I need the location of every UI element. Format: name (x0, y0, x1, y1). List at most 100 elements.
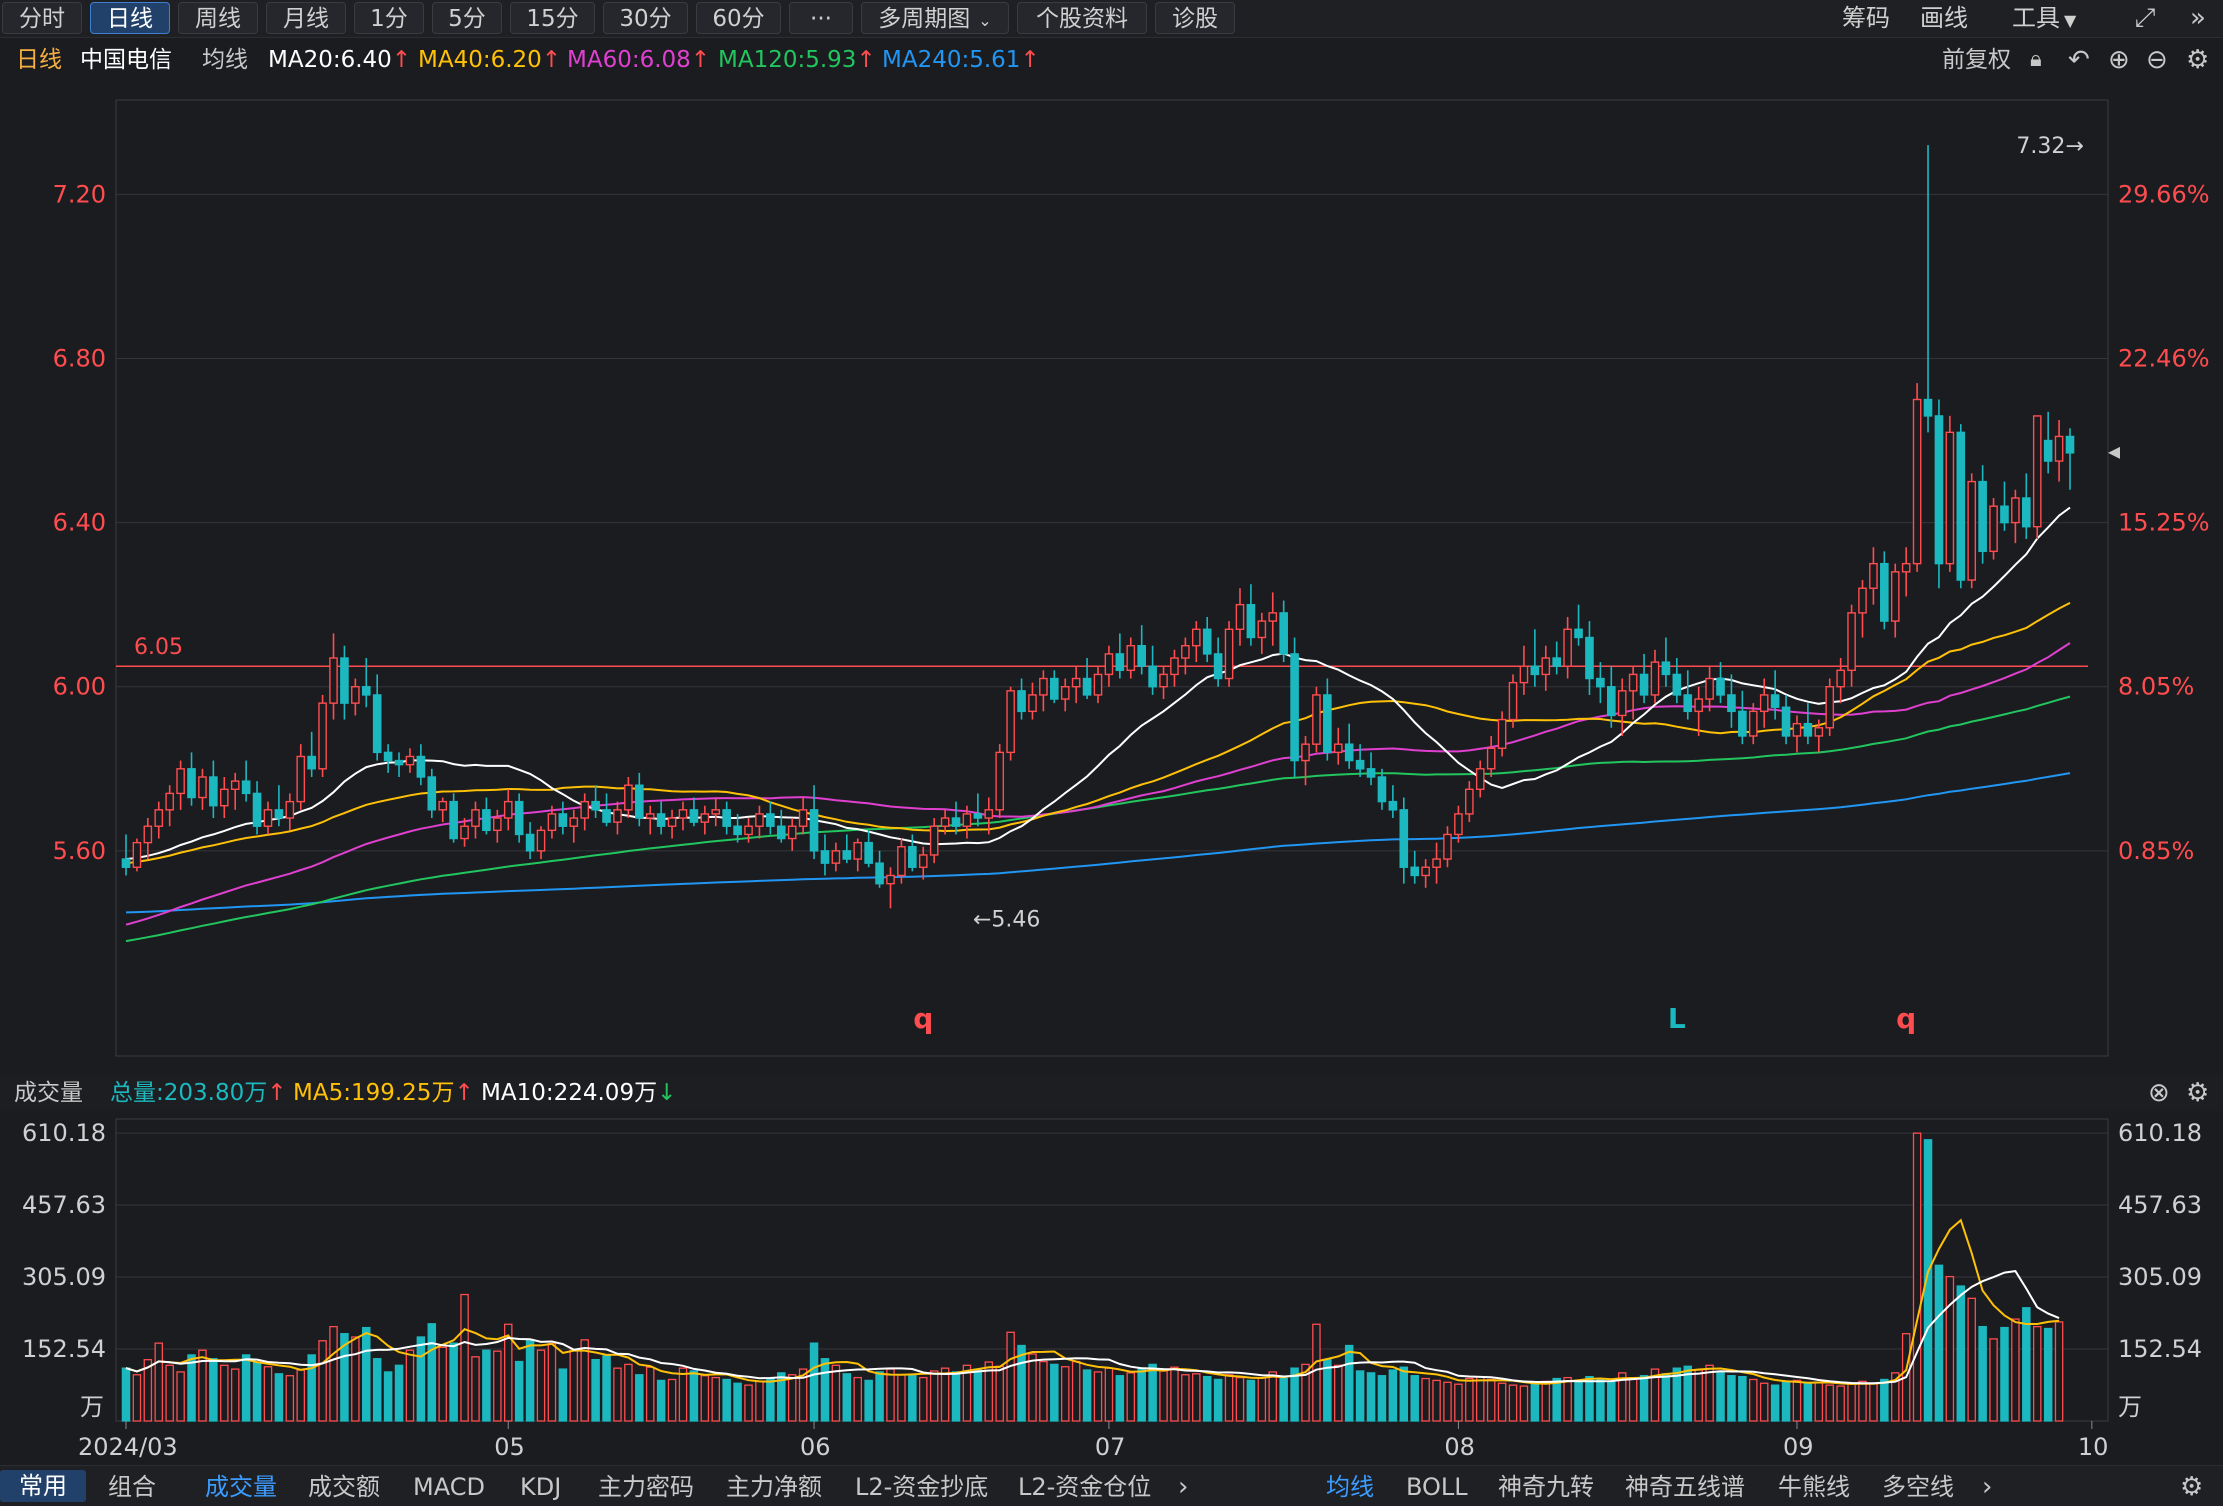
volume-bar-up (744, 1384, 753, 1422)
chevron-right-icon[interactable]: › (1982, 1471, 1992, 1503)
volume-bar-down (973, 1368, 983, 1422)
candle-up (853, 841, 863, 860)
zoom-in-icon[interactable]: ⊕ (2108, 40, 2130, 80)
volume-unit-label: 万 (80, 1393, 104, 1421)
volume-bar-up (471, 1356, 480, 1422)
tab-daily[interactable]: 日线 (90, 2, 170, 34)
volume-bar-up (853, 1376, 862, 1422)
candle-up (897, 846, 906, 877)
candle-up (2011, 497, 2020, 524)
fullscreen-icon[interactable]: ⤢ (2125, 2, 2165, 34)
tab-common[interactable]: 常用 (0, 1470, 86, 1502)
volume-bar-down (766, 1377, 775, 1422)
candle-down (1323, 694, 1332, 754)
tab-fenshi[interactable]: 分时 (2, 2, 82, 34)
undo-icon[interactable]: ↶ (2068, 40, 2090, 80)
volume-chart[interactable]: 610.18 610.18 457.63 457.63 305.09 305.09 152.… (0, 1111, 2223, 1465)
volume-bar-up (645, 1366, 655, 1422)
overlay-long-short[interactable]: 多空线 (1882, 1471, 1954, 1503)
tab-60min[interactable]: 60分 (696, 2, 781, 34)
candle-down (361, 686, 371, 696)
more-periods-button[interactable]: ··· (789, 2, 853, 34)
volume-bar-up (787, 1374, 797, 1422)
volume-bar-up (678, 1367, 688, 1422)
indicator-kdj[interactable]: KDJ (520, 1471, 561, 1503)
gear-icon[interactable]: ⚙ (2186, 1075, 2209, 1111)
overlay-magic5[interactable]: 神奇五线谱 (1625, 1471, 1745, 1503)
overlay-magic9[interactable]: 神奇九转 (1498, 1471, 1594, 1503)
volume-bar-up (1967, 1297, 1976, 1422)
volume-bar-up (1432, 1379, 1441, 1422)
tab-15min[interactable]: 15分 (510, 2, 595, 34)
candle-up (613, 809, 622, 823)
candle-up (1989, 505, 1998, 553)
candle-down (1344, 743, 1354, 762)
caret-down-icon: ▼ (2064, 11, 2077, 30)
tools-dropdown[interactable]: 工具 ▼ (2012, 2, 2076, 34)
overlay-ma[interactable]: 均线 (1326, 1471, 1374, 1503)
chevron-right-icon[interactable]: › (1178, 1471, 1188, 1503)
tab-30min[interactable]: 30分 (603, 2, 688, 34)
ma-title[interactable]: 均线 (202, 40, 248, 80)
plot-frame (115, 99, 2109, 1057)
tab-5min[interactable]: 5分 (432, 2, 502, 34)
gear-icon[interactable]: ⚙ (2180, 1471, 2203, 1503)
volume-bar-down (1213, 1378, 1223, 1422)
signal-marker: q (1896, 1002, 1916, 1035)
volume-bar-down (733, 1382, 742, 1422)
candle-down (776, 825, 786, 840)
diagnose-button[interactable]: 诊股 (1155, 2, 1235, 34)
double-chevron-right-icon[interactable]: » (2178, 2, 2218, 34)
close-icon[interactable]: ⊗ (2148, 1075, 2170, 1111)
candle-down (1639, 673, 1649, 696)
tab-1min[interactable]: 1分 (354, 2, 424, 34)
x-tick-label: 08 (1444, 1433, 1475, 1461)
volume-bar-up (897, 1374, 906, 1422)
indicator-main-net[interactable]: 主力净额 (726, 1471, 822, 1503)
indicator-macd[interactable]: MACD (413, 1471, 485, 1503)
candle-up (176, 768, 185, 795)
zoom-out-icon[interactable]: ⊖ (2146, 40, 2168, 80)
tab-monthly[interactable]: 月线 (266, 2, 346, 34)
stock-profile-button[interactable]: 个股资料 (1017, 2, 1147, 34)
candle-up (132, 841, 142, 868)
candle-up (460, 825, 469, 840)
volume-bar-down (2000, 1326, 2009, 1422)
candlestick-chart[interactable]: 5.60 0.85% 6.00 8.05% 6.40 15.25% 6.80 22.46% 7.… (0, 82, 2223, 1057)
candle-up (1257, 620, 1267, 639)
indicator-amount[interactable]: 成交额 (308, 1471, 380, 1503)
volume-bar-up (296, 1369, 305, 1422)
indicator-l2-bottom[interactable]: L2-资金抄底 (855, 1471, 988, 1503)
volume-bar-down (1661, 1373, 1671, 1422)
gear-icon[interactable]: ⚙ (2186, 40, 2209, 80)
multi-period-dropdown[interactable]: 多周期图 ⌄ (861, 2, 1009, 34)
candle-down (187, 768, 196, 799)
candle-up (1650, 661, 1660, 696)
volume-tick-label: 610.18 (22, 1119, 106, 1147)
indicator-volume[interactable]: 成交量 (205, 1471, 277, 1503)
candle-up (1475, 768, 1485, 791)
volume-bar-up (1989, 1338, 1998, 1422)
volume-bar-up (2054, 1321, 2064, 1422)
indicator-l2-position[interactable]: L2-资金仓位 (1018, 1471, 1151, 1503)
indicator-bar: 常用 组合 成交量 成交额 MACD KDJ 主力密码 主力净额 L2-资金抄底… (0, 1465, 2223, 1506)
tab-combo[interactable]: 组合 (92, 1471, 172, 1503)
draw-line-button[interactable]: 画线 (1920, 2, 1968, 34)
period-label: 日线 (16, 47, 62, 73)
candle-down (482, 809, 491, 832)
candle-up (1312, 694, 1321, 745)
candle-up (678, 809, 688, 819)
overlay-bull-bear[interactable]: 牛熊线 (1778, 1471, 1850, 1503)
volume-bar-up (547, 1342, 557, 1422)
adjust-mode-label[interactable]: 前复权 (1942, 40, 2011, 80)
volume-bar-down (1585, 1375, 1594, 1422)
tab-weekly[interactable]: 周线 (178, 2, 258, 34)
lock-icon[interactable]: 🔒︎ (2030, 40, 2042, 80)
volume-bar-up (1126, 1372, 1136, 1422)
volume-tick-label-right: 152.54 (2118, 1335, 2202, 1363)
volume-bar-up (1268, 1371, 1277, 1422)
candle-up (1071, 677, 1081, 688)
overlay-boll[interactable]: BOLL (1406, 1471, 1468, 1503)
chips-button[interactable]: 筹码 (1842, 2, 1890, 34)
indicator-main-code[interactable]: 主力密码 (598, 1471, 694, 1503)
